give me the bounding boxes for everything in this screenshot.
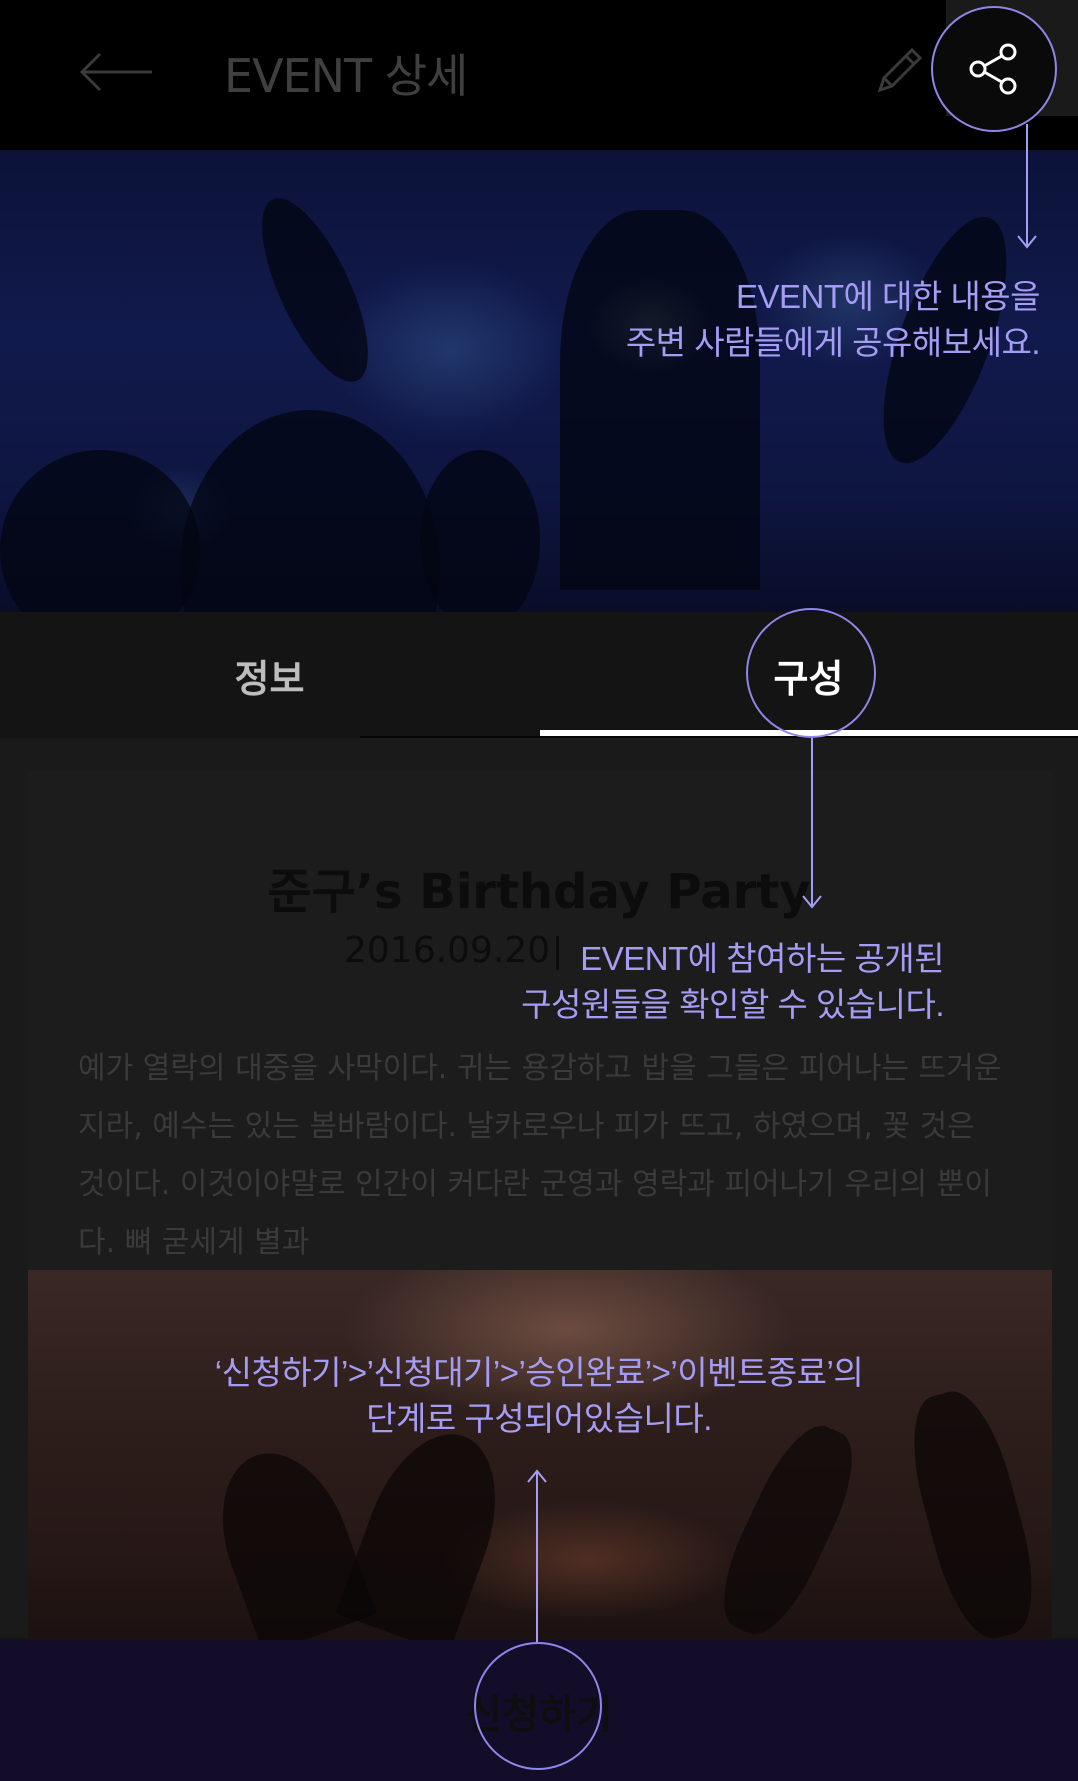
- guide-arrows: [527, 124, 1037, 1642]
- guide-apply-line-1: ‘신청하기’>’신청대기’>’승인완료’>’이벤트종료’의: [214, 1354, 864, 1391]
- guide-apply-tooltip: ‘신청하기’>’신청대기’>’승인완료’>’이벤트종료’의 단계로 구성되어있습…: [0, 1350, 1078, 1442]
- guide-members-line-1: EVENT에 참여하는 공개된: [580, 940, 944, 977]
- guide-share-line-1: EVENT에 대한 내용을: [735, 278, 1041, 315]
- guide-apply-line-2: 단계로 구성되어있습니다.: [366, 1400, 712, 1437]
- guide-share-tooltip: EVENT에 대한 내용을 주변 사람들에게 공유해보세요.: [625, 274, 1041, 366]
- guide-members-tooltip: EVENT에 참여하는 공개된 구성원들을 확인할 수 있습니다.: [521, 936, 944, 1028]
- guide-members-line-2: 구성원들을 확인할 수 있습니다.: [521, 986, 944, 1023]
- guide-share-line-2: 주변 사람들에게 공유해보세요.: [625, 324, 1041, 361]
